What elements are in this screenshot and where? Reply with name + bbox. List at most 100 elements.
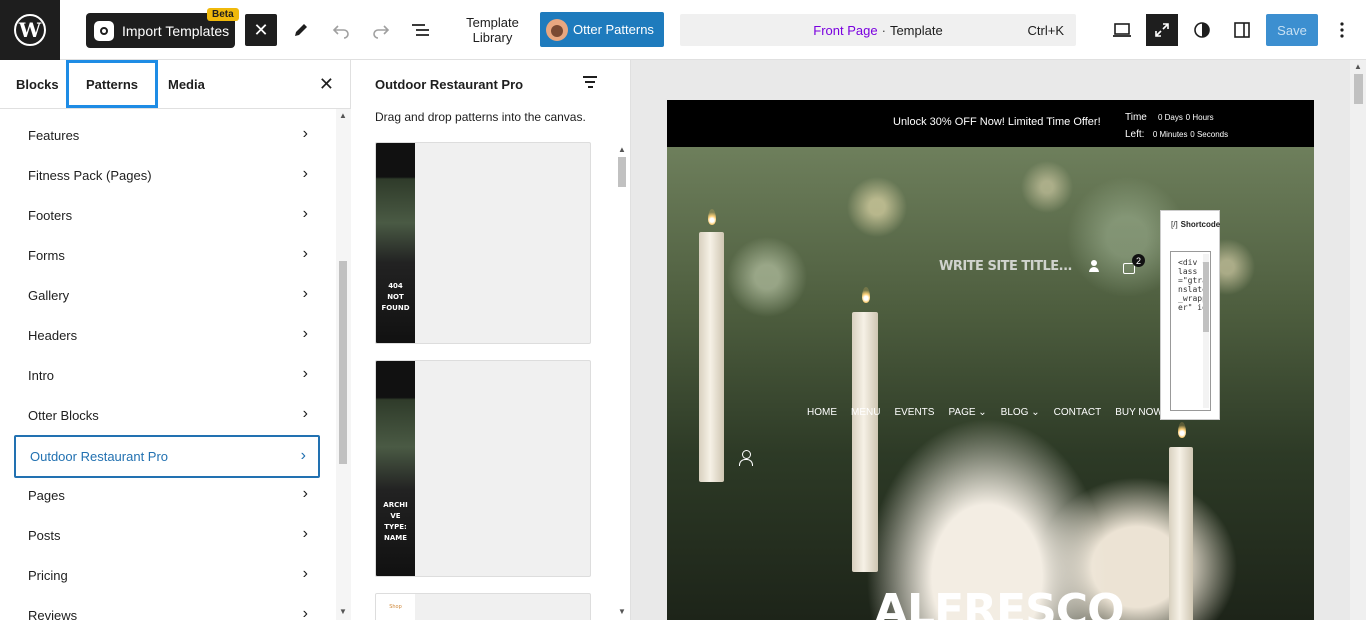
sidebar-icon[interactable] <box>1230 18 1254 42</box>
close-icon[interactable]: ✕ <box>245 14 277 46</box>
nav-item[interactable]: PAGE ⌄ <box>948 407 986 418</box>
scrollbar-thumb[interactable] <box>618 157 626 187</box>
hero-title[interactable]: ALFRESCO <box>874 585 1124 620</box>
pattern-card[interactable]: ARCHI VE TYPE: NAME <box>375 360 591 577</box>
site-title[interactable]: WRITE SITE TITLE... <box>939 259 1073 274</box>
scroll-down-icon[interactable]: ▼ <box>339 607 347 616</box>
save-button[interactable]: Save <box>1266 14 1318 46</box>
textarea-scrollbar[interactable] <box>1203 254 1209 408</box>
chevron-right-icon: › <box>302 245 308 262</box>
pattern-card[interactable]: Shop <box>375 593 591 620</box>
tab-media[interactable]: Media <box>168 60 205 108</box>
patterns-panel-title: Outdoor Restaurant Pro <box>375 77 524 92</box>
scroll-up-icon[interactable]: ▲ <box>339 111 347 120</box>
category-label: Pricing <box>28 567 68 583</box>
close-inserter-icon[interactable]: ✕ <box>319 74 334 95</box>
otter-patterns-button[interactable]: Otter Patterns <box>540 12 664 47</box>
more-icon[interactable] <box>1330 18 1354 42</box>
editor-top-toolbar: W Import Templates Beta ✕ Template Libra… <box>0 0 1366 60</box>
category-item[interactable]: Intro › <box>14 355 320 395</box>
category-label: Intro <box>28 367 55 383</box>
document-command-bar[interactable]: Front Page · Template Ctrl+K <box>680 14 1076 46</box>
inserter-tabs: Blocks Patterns Media ✕ <box>0 60 350 109</box>
shortcode-textarea[interactable]: <div class="gtranslate_wrapper" id <box>1170 251 1211 411</box>
editor-canvas[interactable]: Unlock 30% OFF Now! Limited Time Offer! … <box>631 60 1366 620</box>
filter-icon[interactable] <box>583 76 597 90</box>
nav-item[interactable]: BLOG ⌄ <box>1001 407 1040 418</box>
shortcode-block[interactable]: [/] Shortcode <div class="gtranslate_wrap… <box>1160 210 1220 420</box>
offer-bar: Unlock 30% OFF Now! Limited Time Offer! … <box>667 100 1314 147</box>
nav-item[interactable]: EVENTS <box>894 407 934 418</box>
template-preview[interactable]: Unlock 30% OFF Now! Limited Time Offer! … <box>667 100 1314 620</box>
otter-avatar <box>546 18 568 41</box>
timer-hours: 0 Hours <box>1185 113 1214 122</box>
shortcode-header: [/] Shortcode <box>1171 220 1220 229</box>
contrast-icon[interactable] <box>1190 18 1214 42</box>
undo-icon[interactable] <box>329 18 353 42</box>
category-item[interactable]: Forms › <box>14 235 320 275</box>
tab-blocks[interactable]: Blocks <box>16 60 59 108</box>
chevron-right-icon: › <box>300 447 306 464</box>
document-type: Template <box>889 22 943 38</box>
category-item[interactable]: Features › <box>14 115 320 155</box>
category-item[interactable]: Posts › <box>14 515 320 555</box>
scrollbar-thumb[interactable] <box>1354 74 1363 104</box>
wordpress-logo-button[interactable]: W <box>0 0 60 60</box>
pattern-category-list: Features › Fitness Pack (Pages) › Footers ›… <box>0 109 336 620</box>
redo-icon[interactable] <box>369 18 393 42</box>
tab-patterns[interactable]: Patterns <box>66 60 158 108</box>
desktop-icon[interactable] <box>1110 18 1134 42</box>
timer-label: Left: <box>1125 129 1145 140</box>
pen-icon[interactable] <box>289 18 313 42</box>
pattern-thumbnail: 404 NOT FOUND <box>376 143 415 343</box>
patterns-panel: Outdoor Restaurant Pro Drag and drop pat… <box>351 60 631 620</box>
category-label: Fitness Pack (Pages) <box>28 167 152 183</box>
scrollbar-thumb[interactable] <box>339 261 347 464</box>
nav-item[interactable]: CONTACT <box>1054 407 1102 418</box>
list-view-icon[interactable] <box>409 18 433 42</box>
fullscreen-icon[interactable] <box>1146 14 1178 46</box>
pattern-card[interactable]: 404 NOT FOUND <box>375 142 591 344</box>
pattern-thumbnail-text: 404 NOT FOUND <box>381 282 410 312</box>
category-item[interactable]: Reviews › <box>14 595 320 620</box>
nav-item[interactable]: BUY NOW <box>1115 407 1163 418</box>
patterns-scrollbar[interactable]: ▲ ▼ <box>615 145 629 620</box>
nav-item[interactable]: MENU <box>851 407 880 418</box>
document-page-name: Front Page <box>813 22 878 38</box>
command-shortcut: Ctrl+K <box>1027 22 1064 38</box>
document-separator: · <box>881 22 886 38</box>
import-templates-icon <box>94 20 114 41</box>
category-item[interactable]: Otter Blocks › <box>14 395 320 435</box>
nav-item[interactable]: HOME <box>807 407 837 418</box>
chevron-right-icon: › <box>302 125 308 142</box>
category-item-selected[interactable]: Outdoor Restaurant Pro › <box>14 435 320 478</box>
category-label: Footers <box>28 207 73 223</box>
category-scrollbar[interactable]: ▲ ▼ <box>336 109 351 620</box>
account-icon[interactable] <box>739 450 753 466</box>
chevron-right-icon: › <box>302 325 308 342</box>
chevron-right-icon: › <box>302 605 308 620</box>
category-item[interactable]: Pages › <box>14 475 320 515</box>
patterns-panel-description: Drag and drop patterns into the canvas. <box>375 110 586 124</box>
category-item[interactable]: Footers › <box>14 195 320 235</box>
wordpress-icon: W <box>14 14 46 46</box>
category-item[interactable]: Fitness Pack (Pages) › <box>14 155 320 195</box>
flame-decor <box>862 287 870 303</box>
chevron-right-icon: › <box>302 405 308 422</box>
category-label: Gallery <box>28 287 70 303</box>
category-item[interactable]: Gallery › <box>14 275 320 315</box>
scroll-down-icon[interactable]: ▼ <box>618 607 626 616</box>
template-library-button[interactable]: Template Library <box>455 15 530 45</box>
scroll-up-icon[interactable]: ▲ <box>1354 62 1362 71</box>
user-icon[interactable] <box>1088 260 1100 272</box>
chevron-right-icon: › <box>302 485 308 502</box>
category-item[interactable]: Headers › <box>14 315 320 355</box>
inserter-sidebar: Blocks Patterns Media ✕ Features › Fitnes… <box>0 60 351 620</box>
otter-patterns-label: Otter Patterns <box>573 22 654 37</box>
import-templates-label: Import Templates <box>122 22 230 39</box>
chevron-right-icon: › <box>302 365 308 382</box>
canvas-scrollbar[interactable]: ▲ <box>1350 60 1366 620</box>
beta-badge: Beta <box>207 8 239 21</box>
scroll-up-icon[interactable]: ▲ <box>618 145 626 154</box>
category-item[interactable]: Pricing › <box>14 555 320 595</box>
